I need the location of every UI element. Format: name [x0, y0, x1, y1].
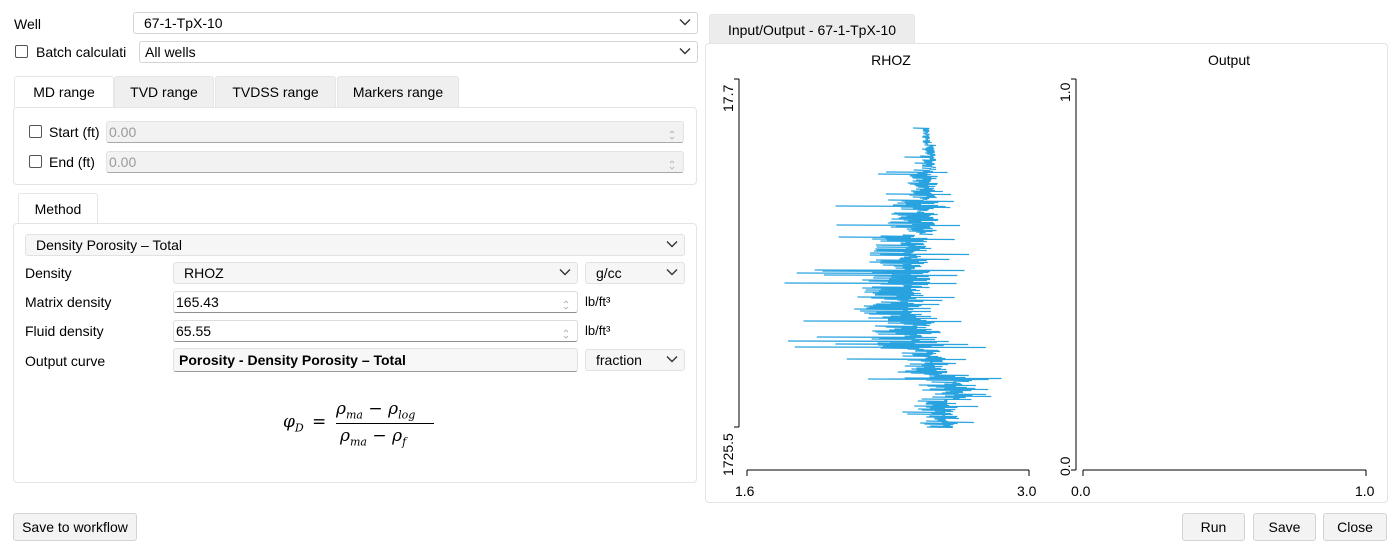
density-label: Density: [25, 265, 72, 281]
method-select[interactable]: Density Porosity – Total: [25, 234, 685, 256]
well-label: Well: [14, 16, 41, 32]
rhoz-plot: [734, 78, 1030, 476]
fluid-density-input[interactable]: 65.55: [173, 320, 578, 342]
output-curve-label: Output curve: [25, 353, 106, 369]
well-select[interactable]: 67-1-TpX-10: [133, 12, 698, 34]
start-value: 0.00: [109, 124, 137, 140]
rhoz-depth-top: 17.7: [720, 84, 736, 112]
save-button[interactable]: Save: [1253, 513, 1316, 541]
tab-markers-range[interactable]: Markers range: [337, 76, 459, 107]
spin-arrows-icon: [669, 126, 675, 140]
output-unit-value: fraction: [596, 352, 642, 368]
rhoz-depth-bottom: 1725.5: [720, 433, 736, 476]
chevron-down-icon: [666, 355, 678, 363]
output-x-max: 1.0: [1355, 483, 1375, 499]
tab-tvdss-range[interactable]: TVDSS range: [215, 76, 336, 107]
batch-checkbox[interactable]: [15, 45, 28, 58]
formula-denominator: ρma − ρf: [340, 426, 407, 449]
batch-label: Batch calculati: [36, 44, 127, 60]
output-plot-title: Output: [1207, 52, 1251, 68]
chevron-down-icon: [679, 47, 691, 55]
chevron-down-icon: [679, 18, 691, 26]
spin-arrows-icon: [669, 156, 675, 170]
output-plot: [1071, 78, 1367, 476]
density-curve-select[interactable]: RHOZ: [173, 262, 578, 284]
formula-numerator: ρma − ρlog: [336, 399, 416, 422]
fluid-density-value: 65.55: [176, 323, 212, 339]
start-label: Start (ft): [49, 124, 100, 140]
save-to-workflow-button[interactable]: Save to workflow: [13, 513, 137, 541]
output-unit-select[interactable]: fraction: [585, 349, 685, 371]
output-curve-input[interactable]: Porosity - Density Porosity – Total: [173, 348, 578, 372]
tab-md-range[interactable]: MD range: [14, 76, 114, 107]
tab-tvd-range[interactable]: TVD range: [114, 76, 214, 107]
batch-wells-select[interactable]: All wells: [139, 41, 698, 63]
density-unit-select[interactable]: g/cc: [585, 262, 685, 284]
spin-arrows-icon: [563, 325, 569, 339]
chevron-down-icon: [559, 268, 571, 276]
well-select-value: 67-1-TpX-10: [144, 15, 223, 31]
density-unit-value: g/cc: [596, 265, 622, 281]
spin-arrows-icon: [563, 296, 569, 310]
close-button[interactable]: Close: [1323, 513, 1387, 541]
fluid-density-unit: lb/ft³: [585, 323, 611, 338]
matrix-density-value: 165.43: [176, 294, 219, 310]
matrix-density-unit: lb/ft³: [585, 294, 611, 309]
rhoz-plot-title: RHOZ: [871, 52, 911, 68]
formula-fraction-bar: [336, 423, 434, 424]
batch-wells-value: All wells: [145, 44, 196, 60]
start-input[interactable]: 0.00: [106, 121, 684, 143]
chevron-down-icon: [666, 240, 678, 248]
end-label: End (ft): [49, 154, 95, 170]
rhoz-x-min: 1.6: [735, 483, 755, 499]
tab-method[interactable]: Method: [18, 193, 98, 224]
matrix-density-label: Matrix density: [25, 294, 112, 310]
end-input[interactable]: 0.00: [106, 151, 684, 173]
formula-lhs: φD: [283, 412, 304, 435]
start-checkbox[interactable]: [29, 125, 42, 138]
end-value: 0.00: [109, 154, 137, 170]
chevron-down-icon: [666, 268, 678, 276]
output-y-top: 1.0: [1057, 82, 1073, 102]
tab-input-output[interactable]: Input/Output - 67-1-TpX-10: [709, 14, 915, 45]
output-x-min: 0.0: [1071, 483, 1091, 499]
run-button[interactable]: Run: [1182, 513, 1245, 541]
fluid-density-label: Fluid density: [25, 323, 104, 339]
range-panel: [13, 107, 697, 185]
output-y-bottom: 0.0: [1057, 456, 1073, 476]
rhoz-curve: [784, 127, 1002, 429]
density-curve-value: RHOZ: [184, 265, 224, 281]
matrix-density-input[interactable]: 165.43: [173, 291, 578, 313]
end-checkbox[interactable]: [29, 155, 42, 168]
density-porosity-formula: φD = ρma − ρlog ρma − ρf: [283, 398, 443, 452]
method-select-value: Density Porosity – Total: [36, 237, 183, 253]
formula-equals: =: [312, 412, 327, 432]
rhoz-x-max: 3.0: [1017, 483, 1037, 499]
